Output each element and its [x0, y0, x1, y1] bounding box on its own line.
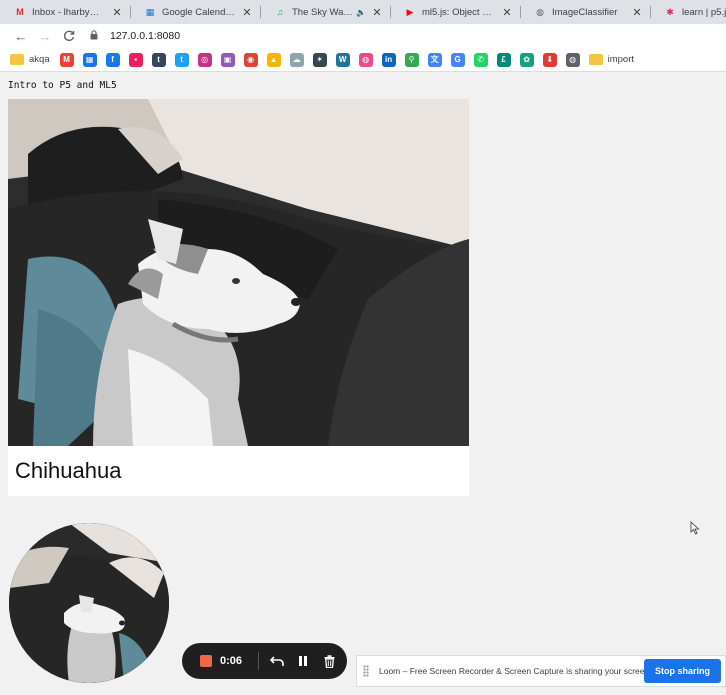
prediction-label: Chihuahua	[15, 458, 122, 483]
p5-star-icon: ✱	[666, 6, 674, 17]
drag-handle-icon[interactable]	[363, 665, 369, 677]
instagram-bookmark-icon[interactable]: ◎	[197, 52, 212, 67]
cloud-bookmark-icon[interactable]: ☁	[289, 52, 304, 67]
forward-button[interactable]: →	[34, 26, 56, 46]
divider	[258, 652, 259, 670]
pound-bookmark-icon[interactable]: £	[496, 52, 511, 67]
undo-icon	[270, 656, 284, 666]
google-bookmark-icon[interactable]: G	[450, 52, 465, 67]
bookmarks-bar: akqa M ▦ f ▪ t t ◎ ▣ ◉ ▲ ☁ ✶ W ◍ in ⚲ 文 G ✆ £ ✿ ⬇ ◍ import	[0, 48, 726, 72]
calendar-icon: ▦	[145, 6, 155, 17]
lock-icon	[90, 30, 102, 42]
reload-icon	[63, 30, 75, 41]
tab-title: ImageClassifier	[552, 6, 618, 18]
page-content: Intro to P5 and ML5 Chihuahua 0:06 Loom …	[0, 72, 726, 695]
gmail-bookmark-icon[interactable]: M	[59, 52, 74, 67]
translate-bookmark-icon[interactable]: 文	[427, 52, 442, 67]
download-bookmark-icon[interactable]: ⬇	[542, 52, 557, 67]
drive-bookmark-icon[interactable]: ▲	[266, 52, 281, 67]
gmail-icon: M	[16, 7, 24, 17]
pause-recording-button[interactable]	[295, 653, 311, 669]
tab-strip: M Inbox - lharby@gmail ✕ ▦ Google Calendar -…	[0, 0, 726, 24]
tab-5[interactable]: ◍ ImageClassifier ✕	[520, 0, 650, 24]
tab-title: The Sky Was Pink	[292, 6, 354, 18]
maps-bookmark-icon[interactable]: ⚲	[404, 52, 419, 67]
folder-icon	[10, 54, 24, 65]
tab-title: learn | p5.js	[682, 6, 726, 18]
recording-timer: 0:06	[220, 655, 243, 667]
page-title: Intro to P5 and ML5	[8, 80, 117, 91]
folder-icon	[588, 54, 603, 65]
close-tab-icon[interactable]: ✕	[240, 6, 254, 19]
tab-2[interactable]: ▦ Google Calendar - Jun ✕	[130, 0, 260, 24]
close-tab-icon[interactable]: ✕	[110, 6, 124, 19]
globe-bookmark-icon[interactable]: ◍	[565, 52, 580, 67]
tab-1[interactable]: M Inbox - lharby@gmail ✕	[0, 0, 130, 24]
tab-title: Google Calendar - Jun	[162, 6, 236, 18]
tab-4[interactable]: ▶ ml5.js: Object Detection ✕	[390, 0, 520, 24]
speaker-icon[interactable]: 🔈	[356, 8, 366, 17]
shopping-bookmark-icon[interactable]: ▣	[220, 52, 235, 67]
chrome-bookmark-icon[interactable]: ◉	[243, 52, 258, 67]
tab-6[interactable]: ✱learn | p5.js✕	[650, 0, 726, 24]
youtube-icon: ▶	[406, 6, 414, 17]
url-text: 127.0.0.1:8080	[110, 30, 181, 42]
openai-bookmark-icon[interactable]: ✿	[519, 52, 534, 67]
stop-sharing-button[interactable]: Stop sharing	[643, 659, 721, 683]
mouse-cursor-icon	[690, 521, 700, 535]
close-tab-icon[interactable]: ✕	[630, 6, 644, 19]
calendar-bookmark-icon[interactable]: ▦	[82, 52, 97, 67]
browser-toolbar: ← → 127.0.0.1:8080	[0, 24, 726, 48]
tab-title: Inbox - lharby@gmail	[32, 6, 106, 18]
loom-camera-bubble[interactable]	[9, 523, 169, 683]
flickr-bookmark-icon[interactable]: ▪	[128, 52, 143, 67]
whatsapp-bookmark-icon[interactable]: ✆	[473, 52, 488, 67]
bookmark-folder-akqa[interactable]: akqa	[29, 54, 50, 65]
trash-icon	[324, 654, 334, 668]
globe-icon: ◍	[536, 6, 544, 17]
classification-result: Chihuahua	[8, 446, 469, 496]
spotify-icon: ♫	[276, 7, 284, 17]
close-tab-icon[interactable]: ✕	[500, 6, 514, 19]
delete-recording-button[interactable]	[321, 653, 337, 669]
reload-button[interactable]	[58, 26, 80, 46]
asterisk-bookmark-icon[interactable]: ✶	[312, 52, 327, 67]
loom-recording-controls: 0:06	[182, 643, 347, 679]
back-button[interactable]: ←	[10, 26, 32, 46]
undo-recording-button[interactable]	[269, 653, 285, 669]
webcam-video	[8, 99, 469, 446]
tab-title: ml5.js: Object Detection	[422, 6, 496, 18]
wordpress-bookmark-icon[interactable]: W	[335, 52, 350, 67]
bookmark-folder-import[interactable]: import	[608, 54, 634, 65]
sharing-message: Loom – Free Screen Recorder & Screen Cap…	[379, 666, 644, 676]
twitter-bookmark-icon[interactable]: t	[174, 52, 189, 67]
linkedin-bookmark-icon[interactable]: in	[381, 52, 396, 67]
facebook-bookmark-icon[interactable]: f	[105, 52, 120, 67]
stop-recording-button[interactable]	[200, 655, 212, 667]
pause-icon	[299, 656, 307, 666]
tumblr-bookmark-icon[interactable]: t	[151, 52, 166, 67]
screen-sharing-bar: Loom – Free Screen Recorder & Screen Cap…	[356, 655, 726, 687]
tab-3[interactable]: ♫ The Sky Was Pink🔈 ✕	[260, 0, 390, 24]
close-tab-icon[interactable]: ✕	[370, 6, 384, 19]
dribbble-bookmark-icon[interactable]: ◍	[358, 52, 373, 67]
address-bar[interactable]: 127.0.0.1:8080	[90, 26, 726, 46]
